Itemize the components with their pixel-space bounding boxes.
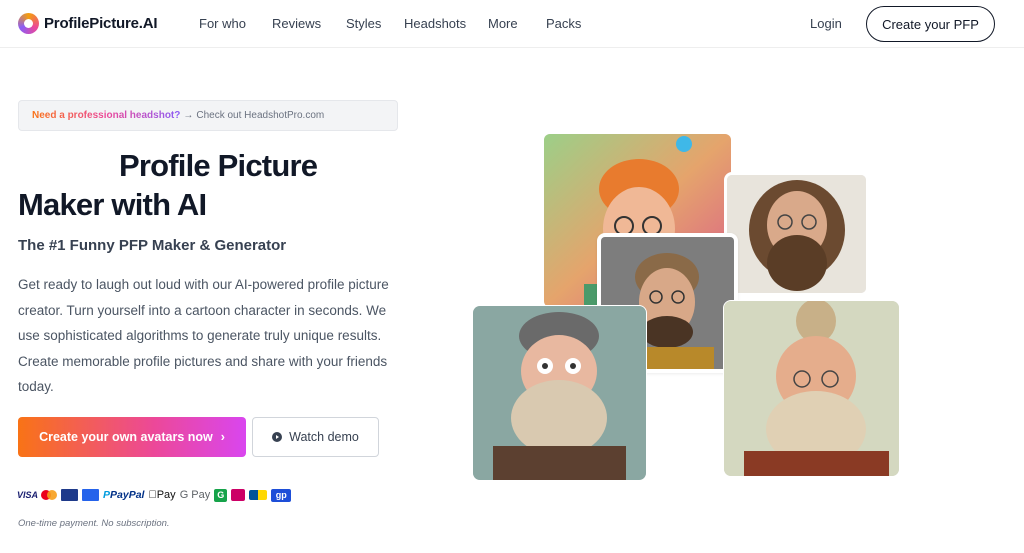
nav-label: More: [488, 16, 518, 31]
create-pfp-button[interactable]: Create your PFP: [866, 6, 995, 42]
watch-demo-label: Watch demo: [289, 430, 359, 444]
banner-link[interactable]: Check out HeadshotPro.com: [196, 110, 324, 121]
nav-item-packs[interactable]: Packs: [546, 16, 581, 31]
ideal-icon: [231, 489, 246, 501]
brand-name: ProfilePicture.AI: [44, 15, 158, 32]
brand-logo[interactable]: ProfilePicture.AI: [18, 13, 157, 34]
paypal-icon: P PayPal: [103, 489, 144, 502]
nav-item-for-who[interactable]: For who: [199, 16, 246, 31]
banner-headline: Need a professional headshot?: [32, 110, 181, 121]
apple-pay-icon: Pay: [148, 489, 175, 501]
paypal-wordmark: PayPal: [110, 489, 145, 501]
payment-methods: VISA P PayPal Pay G Pay G gp: [17, 488, 292, 502]
avatar-photo-gnome: [472, 305, 647, 481]
nav-item-styles[interactable]: Styles: [346, 16, 381, 31]
play-icon: [272, 432, 283, 442]
create-avatars-label: Create your own avatars now: [39, 430, 213, 444]
hero-description: Get ready to laugh out loud with our AI-…: [18, 277, 389, 395]
logo-icon: [18, 13, 39, 34]
hero-title-line-1: Profile Picture: [119, 148, 318, 183]
gp-icon: gp: [271, 488, 292, 502]
nav-label: For who: [199, 16, 246, 31]
hero-title-line-2: Maker with AI: [18, 187, 207, 222]
nav-label: Reviews: [272, 16, 322, 31]
google-pay-icon: G Pay: [171, 489, 211, 501]
login-link[interactable]: Login: [810, 16, 842, 31]
nav-item-more[interactable]: More: [488, 16, 518, 31]
arrow-right-icon: →: [183, 110, 194, 121]
chevron-right-icon: ›: [220, 430, 225, 444]
create-avatars-button[interactable]: Create your own avatars now ›: [18, 417, 246, 457]
nav-item-reviews[interactable]: Reviews: [272, 16, 321, 31]
nav-label: Headshots: [404, 16, 467, 31]
watch-demo-button[interactable]: Watch demo: [252, 417, 379, 457]
visa-icon: VISA: [17, 490, 39, 500]
amex-icon: [82, 489, 99, 501]
nav-label: Styles: [346, 16, 382, 31]
paypal-mark: P: [103, 489, 111, 501]
avatar-photo-bearded: [724, 172, 869, 296]
card-icon: [61, 489, 78, 501]
avatar-photo-dwarf: [723, 300, 900, 477]
headshot-promo-banner[interactable]: Need a professional headshot? → Check ou…: [18, 100, 398, 131]
bancontact-icon: [249, 490, 268, 500]
giropay-icon: G: [214, 488, 228, 502]
nav-label: Packs: [546, 16, 582, 31]
nav-item-headshots[interactable]: Headshots: [404, 16, 466, 31]
hero-subtitle: The #1 Funny PFP Maker & Generator: [18, 237, 287, 254]
mastercard-icon: [41, 489, 57, 501]
site-header: ProfilePicture.AI For who Reviews Styles…: [0, 0, 1024, 48]
payment-note: One-time payment. No subscription.: [18, 518, 170, 529]
